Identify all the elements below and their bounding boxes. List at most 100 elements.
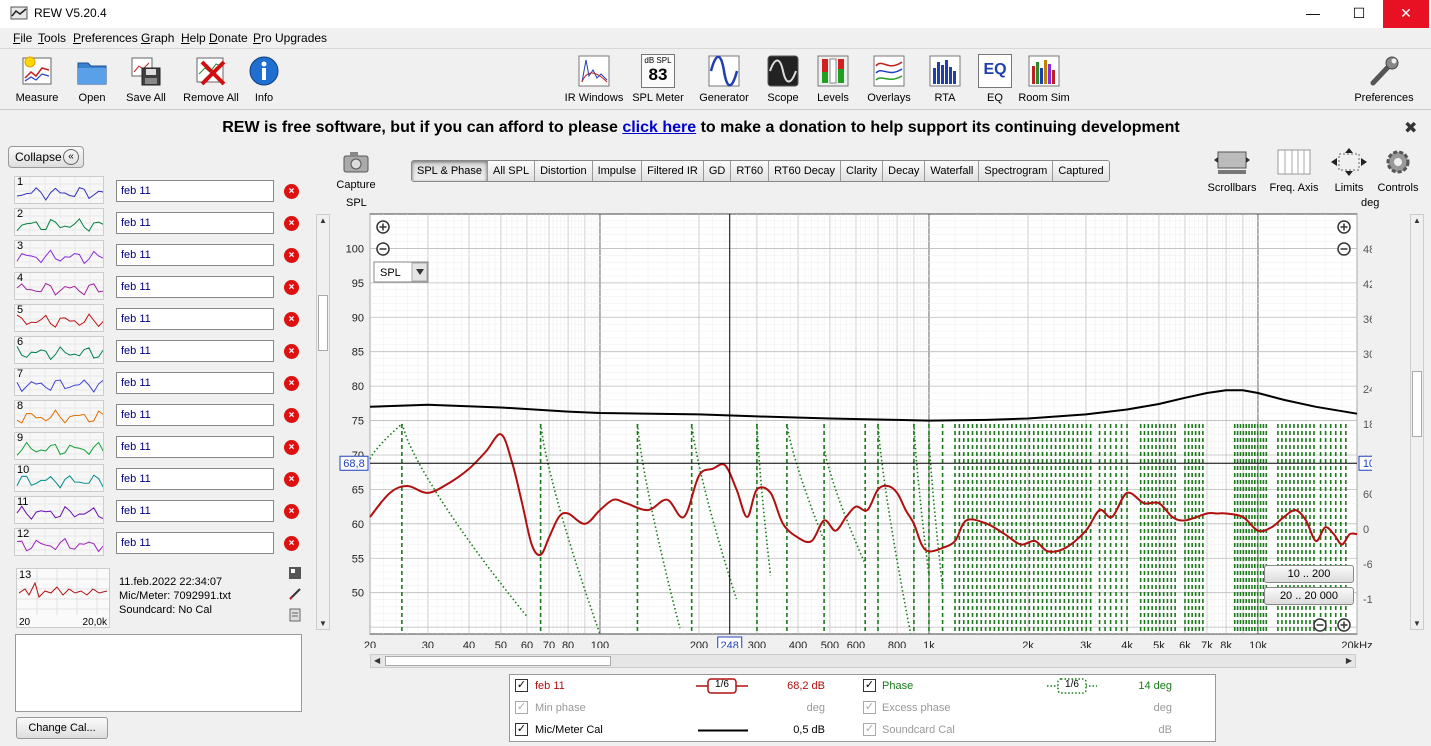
tab-spectrogram[interactable]: Spectrogram <box>979 161 1054 181</box>
soundcard-cal-checkbox[interactable]: ✓ <box>863 723 876 736</box>
collapse-button[interactable]: Collapse « <box>8 146 84 168</box>
remove-measurement-icon[interactable]: × <box>284 280 299 295</box>
measurement-row[interactable]: 2 feb 11 × <box>8 206 310 238</box>
measurement-name-input[interactable]: feb 11 <box>116 340 274 362</box>
measurement-row[interactable]: 5 feb 11 × <box>8 302 310 334</box>
tab-waterfall[interactable]: Waterfall <box>925 161 980 181</box>
measurement-name-input[interactable]: feb 11 <box>116 436 274 458</box>
measurement-thumbnail[interactable]: 4 <box>14 272 104 300</box>
menu-pro-upgrades[interactable]: Pro Upgrades <box>253 31 327 45</box>
tab-impulse[interactable]: Impulse <box>592 161 643 181</box>
menu-file[interactable]: File <box>13 31 32 45</box>
measurement-row[interactable]: 8 feb 11 × <box>8 398 310 430</box>
menu-help[interactable]: Help <box>181 31 206 45</box>
left-vertical-scrollbar[interactable]: ▲ ▼ <box>316 214 330 630</box>
menu-donate[interactable]: Donate <box>209 31 248 45</box>
measurement-row[interactable]: 10 feb 11 × <box>8 462 310 494</box>
notes-icon[interactable] <box>288 608 302 622</box>
measurement-thumbnail[interactable]: 9 <box>14 432 104 460</box>
left-scroll-thumb[interactable] <box>318 295 328 351</box>
tab-rt60-decay[interactable]: RT60 Decay <box>769 161 841 181</box>
measurement-row[interactable]: 4 feb 11 × <box>8 270 310 302</box>
freq-axis-button[interactable]: Freq. Axis <box>1264 148 1324 194</box>
measurement-row[interactable]: 3 feb 11 × <box>8 238 310 270</box>
measurement-name-input[interactable]: feb 11 <box>116 372 274 394</box>
spl-meter-button[interactable]: dB SPL 83 SPL Meter <box>626 54 690 104</box>
overlays-button[interactable]: Overlays <box>857 54 921 104</box>
ir-windows-button[interactable]: IR Windows <box>562 54 626 104</box>
room-sim-button[interactable]: Room Sim <box>1012 54 1076 104</box>
scrollbars-button[interactable]: Scrollbars <box>1202 148 1262 194</box>
capture-button[interactable]: Capture <box>332 150 380 191</box>
levels-button[interactable]: Levels <box>801 54 865 104</box>
right-scroll-thumb[interactable] <box>1412 371 1422 437</box>
tab-decay[interactable]: Decay <box>883 161 926 181</box>
measurement-row[interactable]: 7 feb 11 × <box>8 366 310 398</box>
phase-checkbox[interactable]: ✓ <box>863 679 876 692</box>
selected-measurement-thumbnail[interactable]: 13 20 20,0k <box>16 568 110 628</box>
measurement-row[interactable]: 12 feb 11 × <box>8 526 310 558</box>
right-scroll-up-icon[interactable]: ▲ <box>1413 216 1421 225</box>
measurement-thumbnail[interactable]: 6 <box>14 336 104 364</box>
measurement-name-input[interactable]: feb 11 <box>116 276 274 298</box>
range-20-20000-button[interactable]: 20 .. 20 000 <box>1264 587 1354 605</box>
properties-icon[interactable] <box>288 566 302 580</box>
measurement-name-input[interactable]: feb 11 <box>116 212 274 234</box>
remove-measurement-icon[interactable]: × <box>284 472 299 487</box>
remove-measurement-icon[interactable]: × <box>284 312 299 327</box>
tab-distortion[interactable]: Distortion <box>535 161 593 181</box>
measurement-thumbnail[interactable]: 12 <box>14 528 104 556</box>
measurement-thumbnail[interactable]: 11 <box>14 496 104 524</box>
min-phase-checkbox[interactable]: ✓ <box>515 701 528 714</box>
measurement-name-input[interactable]: feb 11 <box>116 532 274 554</box>
menu-graph[interactable]: Graph <box>141 31 174 45</box>
horizontal-scrollbar[interactable]: ◀ ▶ <box>370 654 1356 668</box>
scroll-right-icon[interactable]: ▶ <box>1346 656 1352 665</box>
tab-spl-phase[interactable]: SPL & Phase <box>412 161 489 181</box>
measurement-row[interactable]: 1 feb 11 × <box>8 174 310 206</box>
remove-measurement-icon[interactable]: × <box>284 408 299 423</box>
measurement-name-input[interactable]: feb 11 <box>116 180 274 202</box>
remove-measurement-icon[interactable]: × <box>284 440 299 455</box>
horizontal-scroll-thumb[interactable] <box>385 656 611 666</box>
generator-button[interactable]: Generator <box>692 54 756 104</box>
pencil-icon[interactable] <box>288 587 302 601</box>
measurement-name-input[interactable]: feb 11 <box>116 244 274 266</box>
measurement-row[interactable]: 11 feb 11 × <box>8 494 310 526</box>
measurement-name-input[interactable]: feb 11 <box>116 500 274 522</box>
remove-measurement-icon[interactable]: × <box>284 536 299 551</box>
scroll-left-icon[interactable]: ◀ <box>374 656 380 665</box>
maximize-button[interactable]: ☐ <box>1336 0 1382 28</box>
close-button[interactable]: ✕ <box>1383 0 1429 28</box>
tab-filtered-ir[interactable]: Filtered IR <box>642 161 704 181</box>
notes-textarea[interactable] <box>15 634 302 712</box>
mic-meter-cal-checkbox[interactable]: ✓ <box>515 723 528 736</box>
change-cal-button[interactable]: Change Cal... <box>16 717 108 739</box>
menu-tools[interactable]: Tools <box>38 31 66 45</box>
measurement-thumbnail[interactable]: 3 <box>14 240 104 268</box>
remove-measurement-icon[interactable]: × <box>284 216 299 231</box>
measurement-thumbnail[interactable]: 2 <box>14 208 104 236</box>
measurement-row[interactable]: 6 feb 11 × <box>8 334 310 366</box>
minimize-button[interactable]: — <box>1290 0 1336 28</box>
measurement-name-input[interactable]: feb 11 <box>116 468 274 490</box>
measurement-name-input[interactable]: feb 11 <box>116 308 274 330</box>
spl-phase-chart[interactable]: 1009590858075706560555048042036030024018… <box>312 208 1372 648</box>
spl-checkbox[interactable]: ✓ <box>515 679 528 692</box>
measurement-name-input[interactable]: feb 11 <box>116 404 274 426</box>
controls-button[interactable]: Controls <box>1368 148 1428 194</box>
excess-phase-checkbox[interactable]: ✓ <box>863 701 876 714</box>
remove-measurement-icon[interactable]: × <box>284 344 299 359</box>
measurement-thumbnail[interactable]: 5 <box>14 304 104 332</box>
measurement-thumbnail[interactable]: 7 <box>14 368 104 396</box>
right-scroll-down-icon[interactable]: ▼ <box>1413 619 1421 628</box>
remove-measurement-icon[interactable]: × <box>284 504 299 519</box>
donation-link[interactable]: click here <box>622 119 696 136</box>
save-all-button[interactable]: Save All <box>114 54 178 104</box>
info-button[interactable]: Info <box>232 54 296 104</box>
remove-measurement-icon[interactable]: × <box>284 376 299 391</box>
measurement-thumbnail[interactable]: 1 <box>14 176 104 204</box>
remove-measurement-icon[interactable]: × <box>284 248 299 263</box>
banner-close-icon[interactable]: ✖ <box>1404 118 1417 138</box>
left-scroll-down-icon[interactable]: ▼ <box>319 619 327 628</box>
